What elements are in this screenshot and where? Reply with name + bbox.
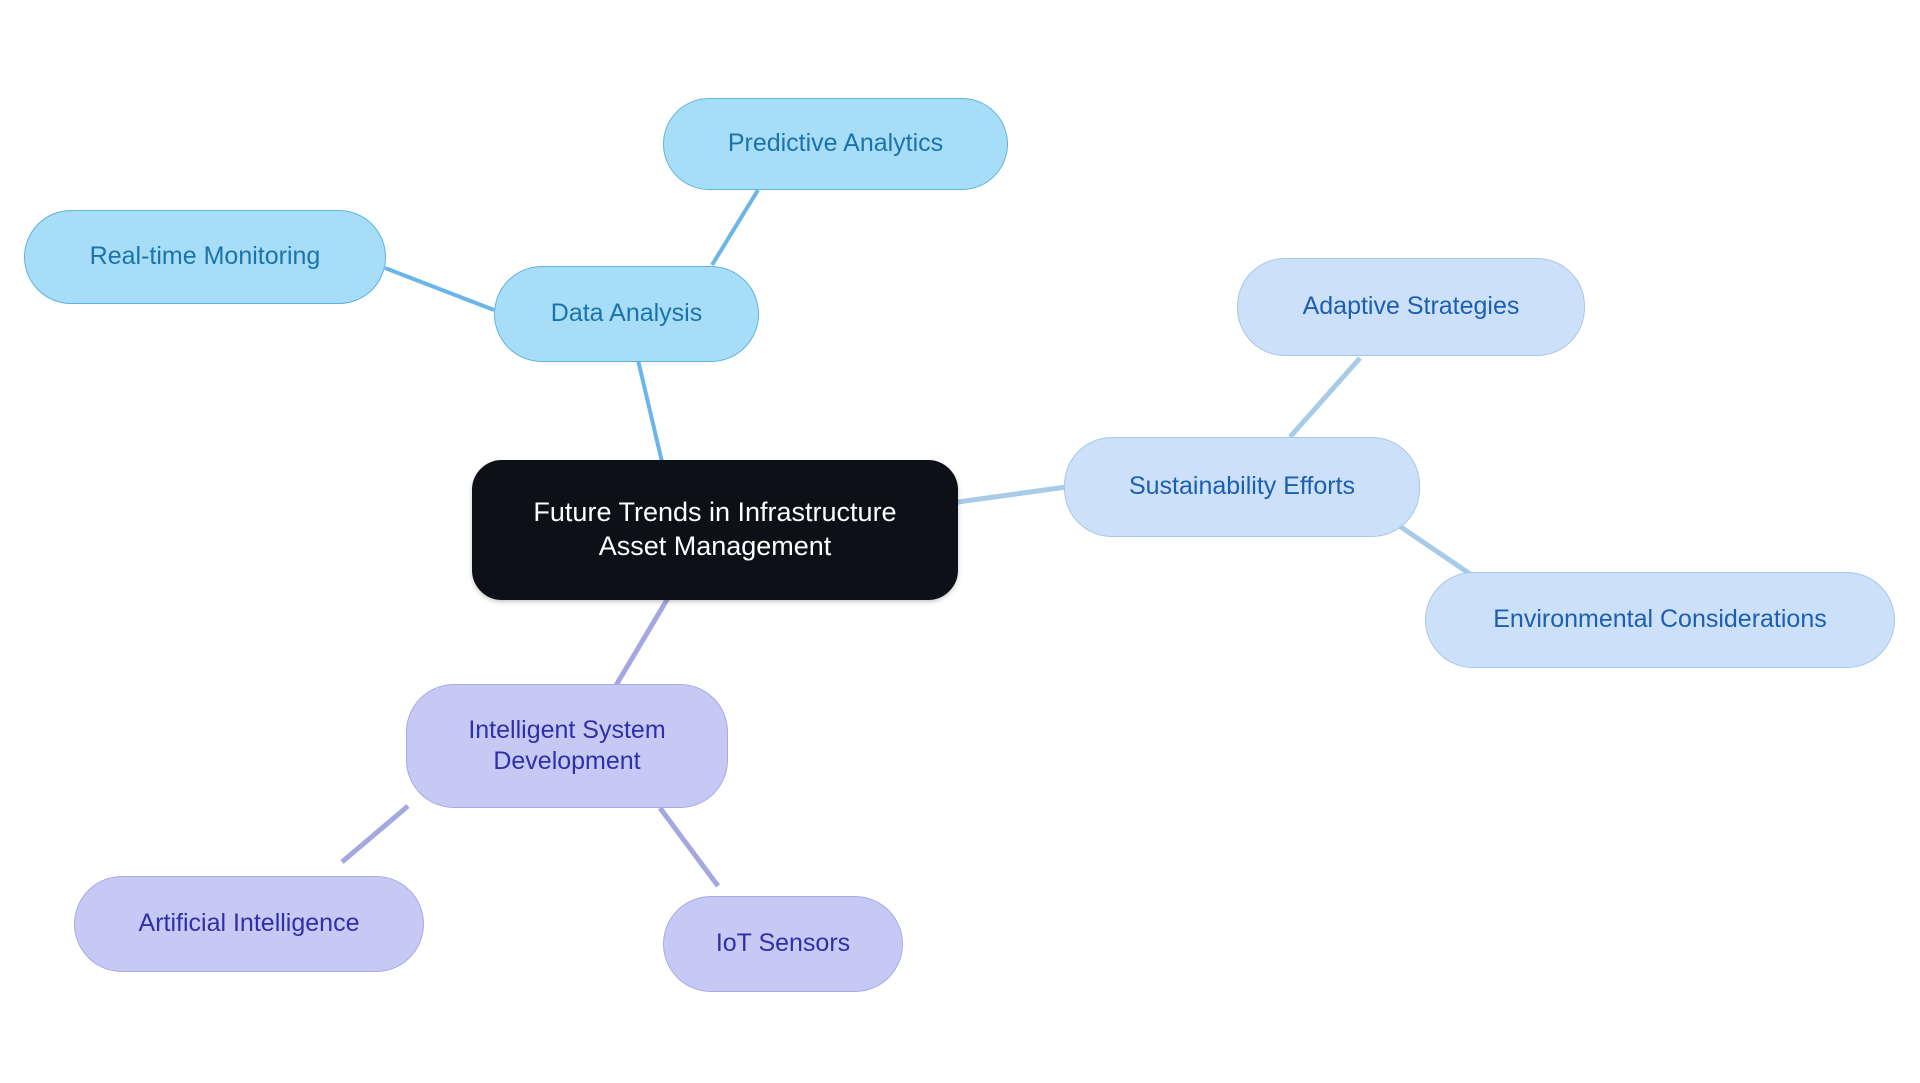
edge-root-to-sustainability-efforts <box>957 484 1067 505</box>
edge-root-to-intelligent-system-development <box>609 596 671 694</box>
edge-data-analysis-to-realtime-monitoring <box>384 266 495 312</box>
node-realtime-monitoring[interactable]: Real-time Monitoring <box>24 210 386 304</box>
node-intelligent-system-development[interactable]: Intelligent System Development <box>406 684 728 808</box>
edge-intelligent-to-artificial-intelligence <box>340 804 410 864</box>
edge-root-to-data-analysis <box>636 359 664 463</box>
node-artificial-intelligence[interactable]: Artificial Intelligence <box>74 876 424 972</box>
node-environmental-considerations[interactable]: Environmental Considerations <box>1425 572 1895 668</box>
node-root[interactable]: Future Trends in Infrastructure Asset Ma… <box>472 460 958 600</box>
node-iot-sensors[interactable]: IoT Sensors <box>663 896 903 992</box>
edge-sustainability-to-environmental-considerations <box>1393 520 1478 581</box>
node-predictive-analytics[interactable]: Predictive Analytics <box>663 98 1008 190</box>
edge-intelligent-to-iot-sensors <box>657 806 721 888</box>
node-sustainability-efforts[interactable]: Sustainability Efforts <box>1064 437 1420 537</box>
mindmap-canvas: Future Trends in Infrastructure Asset Ma… <box>0 0 1920 1083</box>
edge-data-analysis-to-predictive-analytics <box>710 188 760 267</box>
node-adaptive-strategies[interactable]: Adaptive Strategies <box>1237 258 1585 356</box>
node-data-analysis[interactable]: Data Analysis <box>494 266 759 362</box>
edge-sustainability-to-adaptive-strategies <box>1288 356 1362 439</box>
